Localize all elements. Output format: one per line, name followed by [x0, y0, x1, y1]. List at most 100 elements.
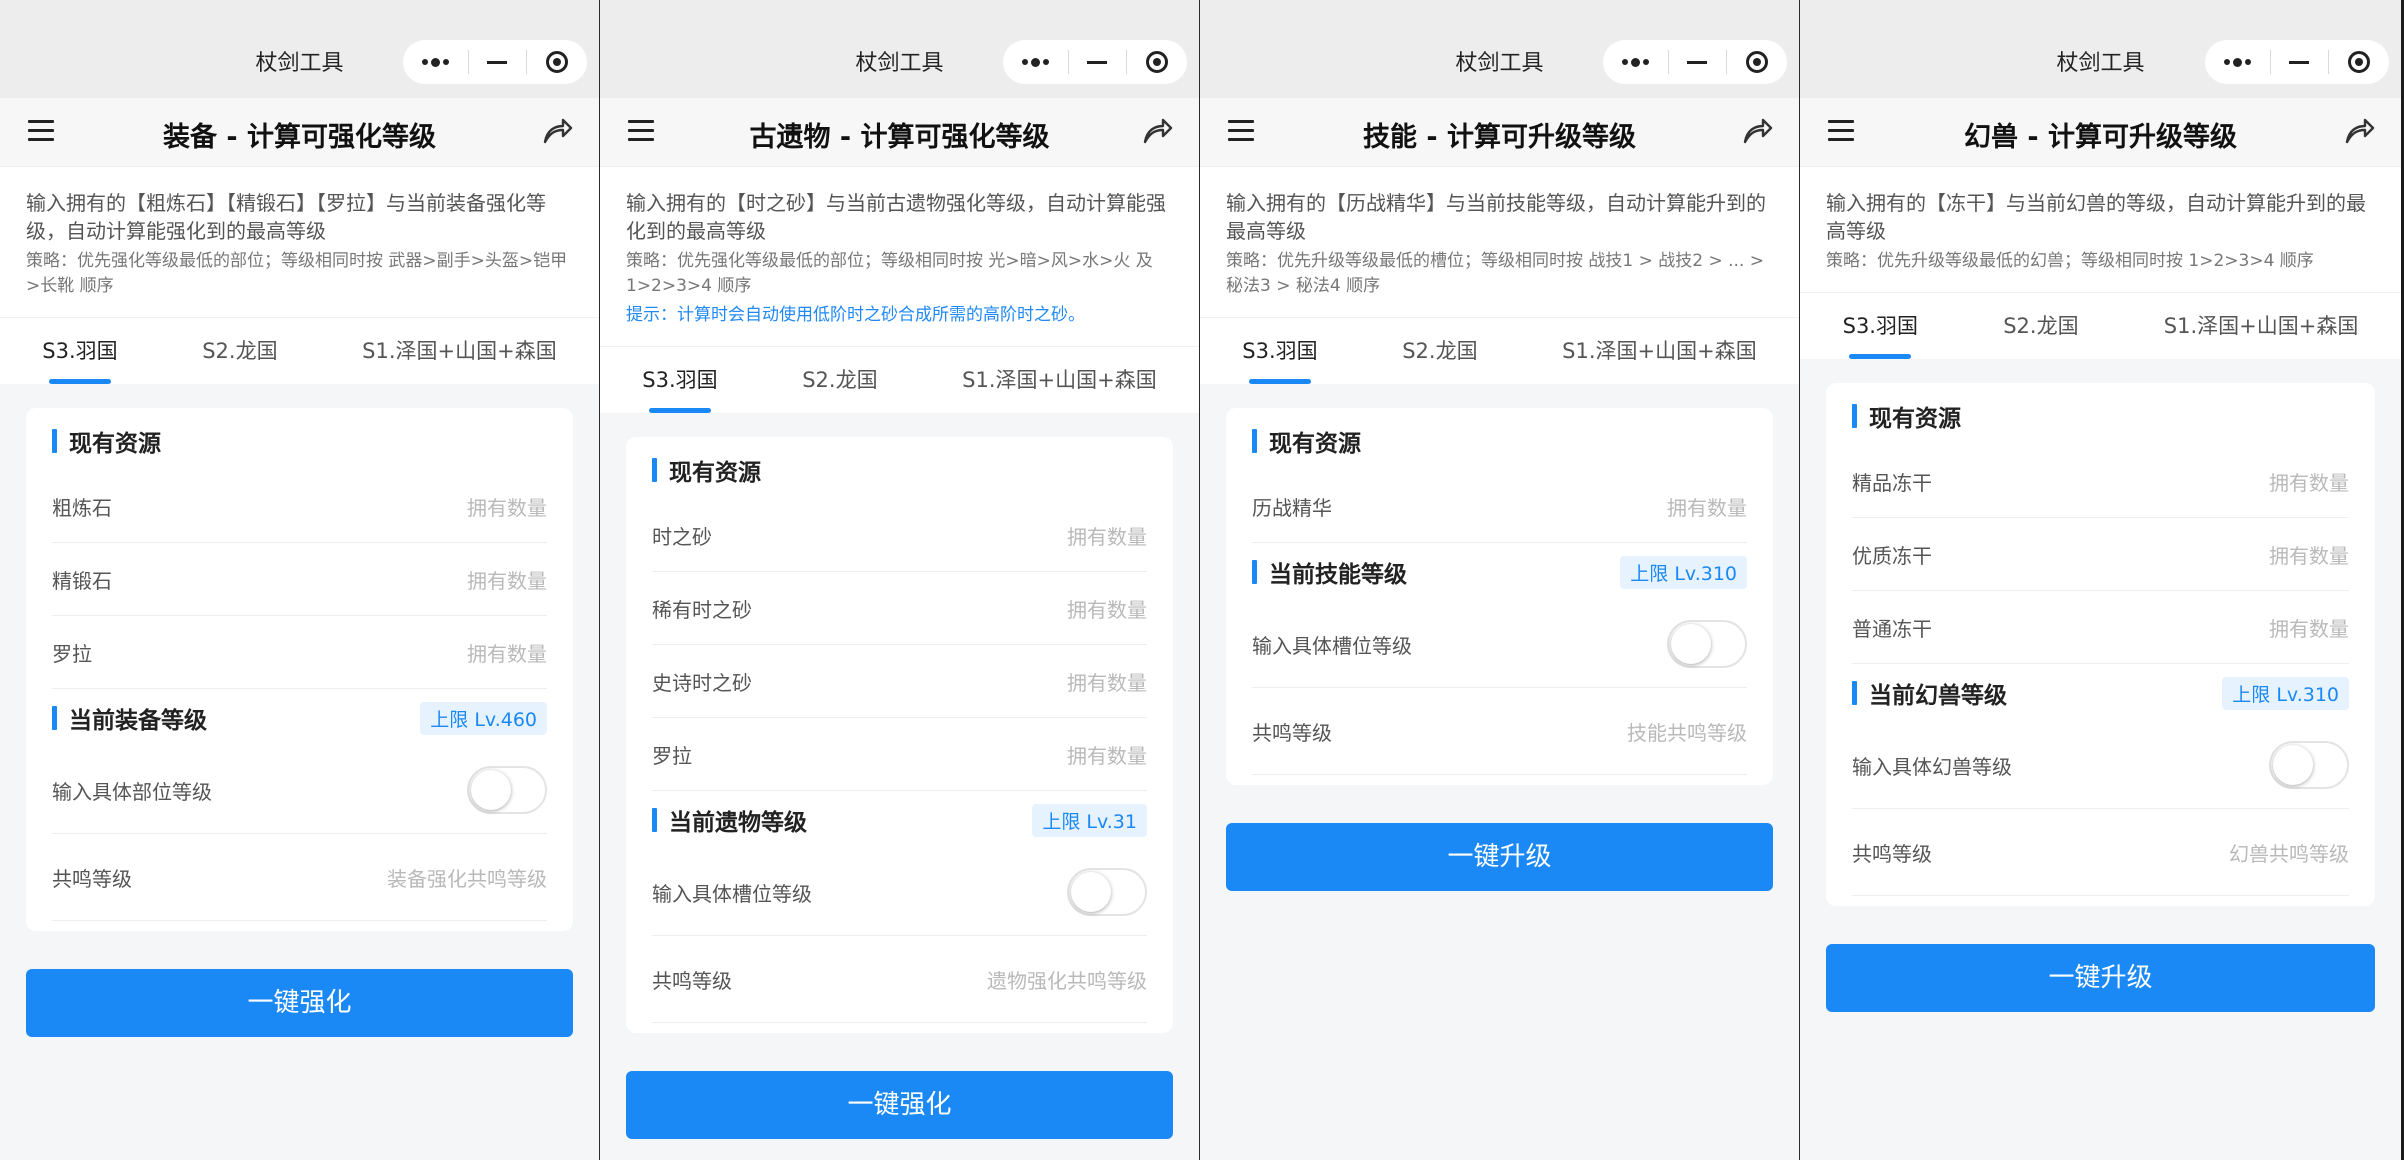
tab-s1[interactable]: S1.泽国+山国+森国 — [2158, 293, 2365, 359]
calculate-button[interactable]: 一键强化 — [626, 1071, 1173, 1139]
detail-level-toggle[interactable] — [2269, 741, 2349, 789]
tab-s3[interactable]: S3.羽国 — [1837, 293, 1924, 359]
section-title: 当前遗物等级 — [669, 810, 807, 836]
resource-field[interactable]: 精锻石 拥有数量 — [52, 543, 547, 616]
close-target-icon[interactable] — [1145, 51, 1168, 73]
share-icon[interactable] — [1741, 116, 1773, 146]
description-block: 输入拥有的【历战精华】与当前技能等级，自动计算能升到的最高等级 策略：优先升级等… — [1200, 167, 1799, 317]
resonance-field[interactable]: 共鸣等级 幻兽共鸣等级 — [1852, 809, 2349, 896]
form-card: 现有资源 粗炼石 拥有数量 精锻石 拥有数量 罗拉 拥有数量 当前装备等级 上限 Lv… — [26, 408, 573, 931]
field-label: 共鸣等级 — [52, 866, 132, 891]
toggle-row: 输入具体槽位等级 — [652, 849, 1147, 936]
quantity-input[interactable]: 拥有数量 — [467, 638, 547, 667]
tab-s1[interactable]: S1.泽国+山国+森国 — [1556, 318, 1763, 384]
field-label: 输入具体槽位等级 — [1252, 633, 1412, 658]
tab-s3[interactable]: S3.羽国 — [36, 318, 123, 384]
toggle-row: 输入具体部位等级 — [52, 747, 547, 834]
server-tabs: S3.羽国 S2.龙国 S1.泽国+山国+森国 — [0, 317, 599, 384]
level-limit-badge: 上限 Lv.310 — [1620, 555, 1747, 589]
section-resources: 现有资源 — [1252, 412, 1747, 470]
minimize-icon[interactable] — [2289, 60, 2310, 64]
field-label: 优质冻干 — [1852, 543, 1932, 568]
resource-field[interactable]: 史诗时之砂 拥有数量 — [652, 645, 1147, 718]
tab-s2[interactable]: S2.龙国 — [196, 318, 283, 384]
detail-level-toggle[interactable] — [1067, 868, 1147, 916]
section-title: 现有资源 — [1269, 431, 1361, 457]
form-card: 现有资源 时之砂 拥有数量 稀有时之砂 拥有数量 史诗时之砂 拥有数量 罗拉 拥有数量 … — [626, 437, 1173, 1033]
share-icon[interactable] — [2343, 116, 2375, 146]
more-dots-icon[interactable] — [1022, 57, 1050, 67]
section-level: 当前遗物等级 上限 Lv.31 — [652, 791, 1147, 849]
tab-s2[interactable]: S2.龙国 — [796, 347, 883, 413]
minimize-icon[interactable] — [1087, 60, 1108, 64]
resonance-field[interactable]: 共鸣等级 装备强化共鸣等级 — [52, 834, 547, 921]
quantity-input[interactable]: 拥有数量 — [1067, 594, 1147, 623]
share-icon[interactable] — [1141, 116, 1173, 146]
quantity-input[interactable]: 拥有数量 — [467, 565, 547, 594]
tab-s1[interactable]: S1.泽国+山国+森国 — [356, 318, 563, 384]
server-tabs: S3.羽国 S2.龙国 S1.泽国+山国+森国 — [1200, 317, 1799, 384]
resource-field[interactable]: 粗炼石 拥有数量 — [52, 470, 547, 543]
resonance-input[interactable]: 装备强化共鸣等级 — [387, 863, 547, 892]
nav-bar: 幻兽 - 计算可升级等级 — [1800, 98, 2401, 167]
resource-field[interactable]: 历战精华 拥有数量 — [1252, 470, 1747, 543]
resource-field[interactable]: 精品冻干 拥有数量 — [1852, 445, 2349, 518]
field-label: 共鸣等级 — [652, 968, 732, 993]
close-target-icon[interactable] — [545, 51, 568, 73]
tab-s1[interactable]: S1.泽国+山国+森国 — [956, 347, 1163, 413]
share-icon[interactable] — [541, 116, 573, 146]
section-title: 当前技能等级 — [1269, 562, 1407, 588]
resource-field[interactable]: 优质冻干 拥有数量 — [1852, 518, 2349, 591]
section-title: 当前装备等级 — [69, 708, 207, 734]
description-block: 输入拥有的【时之砂】与当前古遗物强化等级，自动计算能强化到的最高等级 策略：优先… — [600, 167, 1199, 346]
resonance-field[interactable]: 共鸣等级 技能共鸣等级 — [1252, 688, 1747, 775]
phones-row: 杖剑工具 装备 - 计算可强化等级 输入拥有的【粗炼石】【精锻石】【罗拉】与当前… — [0, 0, 2404, 1160]
mini-program-capsule — [1603, 40, 1787, 84]
calculate-button[interactable]: 一键强化 — [26, 969, 573, 1037]
more-dots-icon[interactable] — [422, 57, 450, 67]
field-label: 罗拉 — [52, 641, 92, 666]
minimize-icon[interactable] — [1687, 60, 1708, 64]
quantity-input[interactable]: 拥有数量 — [2269, 613, 2349, 642]
resonance-field[interactable]: 共鸣等级 遗物强化共鸣等级 — [652, 936, 1147, 1023]
close-target-icon[interactable] — [1745, 51, 1768, 73]
quantity-input[interactable]: 拥有数量 — [467, 492, 547, 521]
resource-field[interactable]: 时之砂 拥有数量 — [652, 499, 1147, 572]
tab-s3[interactable]: S3.羽国 — [636, 347, 723, 413]
calculate-button[interactable]: 一键升级 — [1826, 944, 2375, 1012]
quantity-input[interactable]: 拥有数量 — [2269, 540, 2349, 569]
quantity-input[interactable]: 拥有数量 — [1067, 521, 1147, 550]
close-target-icon[interactable] — [2347, 51, 2370, 73]
quantity-input[interactable]: 拥有数量 — [2269, 467, 2349, 496]
quantity-input[interactable]: 拥有数量 — [1067, 740, 1147, 769]
section-resources: 现有资源 — [1852, 387, 2349, 445]
detail-level-toggle[interactable] — [467, 766, 547, 814]
calculate-button[interactable]: 一键升级 — [1226, 823, 1773, 891]
more-dots-icon[interactable] — [1622, 57, 1650, 67]
section-level: 当前装备等级 上限 Lv.460 — [52, 689, 547, 747]
tab-s2[interactable]: S2.龙国 — [1997, 293, 2084, 359]
detail-level-toggle[interactable] — [1667, 620, 1747, 668]
quantity-input[interactable]: 拥有数量 — [1067, 667, 1147, 696]
resource-field[interactable]: 罗拉 拥有数量 — [52, 616, 547, 689]
resource-field[interactable]: 罗拉 拥有数量 — [652, 718, 1147, 791]
resource-field[interactable]: 稀有时之砂 拥有数量 — [652, 572, 1147, 645]
status-bar: 杖剑工具 — [1200, 0, 1799, 98]
resonance-input[interactable]: 遗物强化共鸣等级 — [987, 965, 1147, 994]
resonance-input[interactable]: 技能共鸣等级 — [1627, 717, 1747, 746]
minimize-icon[interactable] — [487, 60, 508, 64]
mini-program-capsule — [2205, 40, 2389, 84]
tab-s3[interactable]: S3.羽国 — [1236, 318, 1323, 384]
resonance-input[interactable]: 幻兽共鸣等级 — [2229, 838, 2349, 867]
quantity-input[interactable]: 拥有数量 — [1667, 492, 1747, 521]
tab-s2[interactable]: S2.龙国 — [1396, 318, 1483, 384]
description-block: 输入拥有的【冻干】与当前幻兽的等级，自动计算能升到的最高等级 策略：优先升级等级… — [1800, 167, 2401, 292]
section-resources: 现有资源 — [652, 441, 1147, 499]
resource-field[interactable]: 普通冻干 拥有数量 — [1852, 591, 2349, 664]
description-text: 输入拥有的【历战精华】与当前技能等级，自动计算能升到的最高等级 — [1226, 191, 1766, 243]
page-title: 技能 - 计算可升级等级 — [1362, 122, 1636, 153]
level-limit-badge: 上限 Lv.310 — [2222, 676, 2349, 710]
field-label: 共鸣等级 — [1852, 841, 1932, 866]
field-label: 罗拉 — [652, 743, 692, 768]
more-dots-icon[interactable] — [2224, 57, 2252, 67]
